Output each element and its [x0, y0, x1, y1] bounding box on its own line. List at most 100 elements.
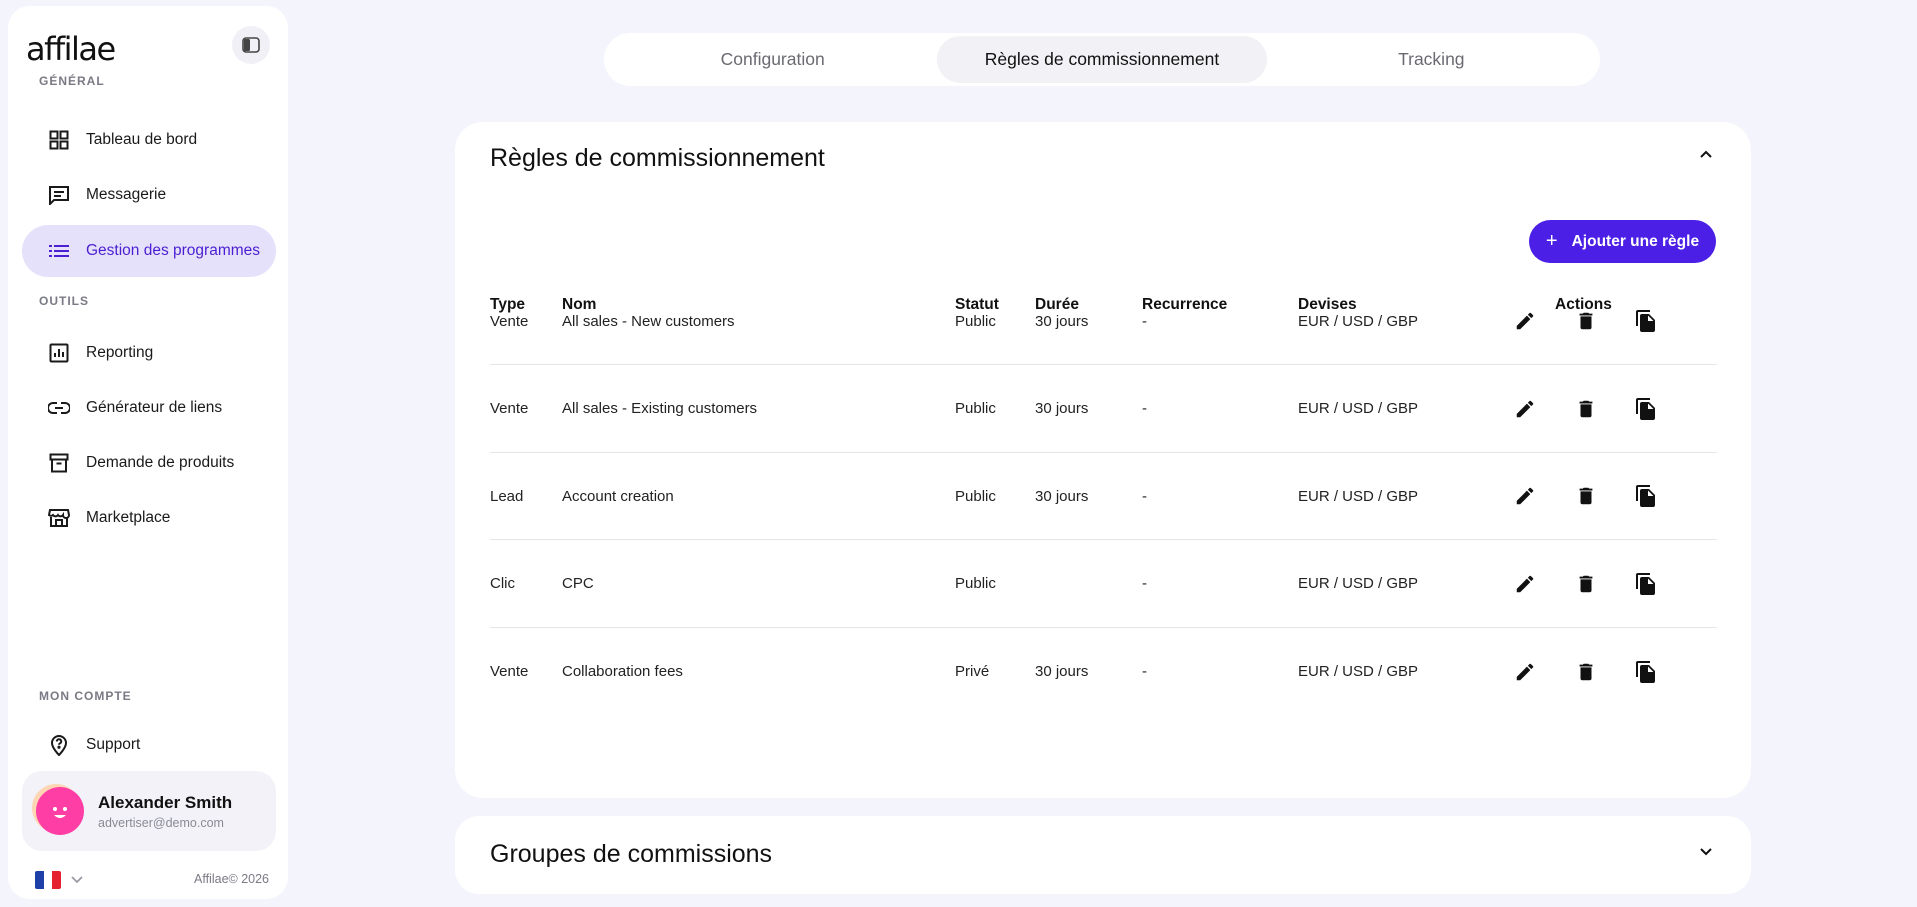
plus-icon: +	[1545, 230, 1558, 252]
cell-type: Vente	[490, 663, 529, 680]
message-icon	[48, 184, 70, 206]
cell-currencies: EUR / USD / GBP	[1298, 487, 1419, 505]
cell-currencies: EUR / USD / GBP	[1298, 663, 1419, 680]
avatar	[36, 787, 84, 835]
support-icon	[48, 734, 70, 756]
sidebar-item-label: Reporting	[86, 344, 154, 361]
section-account: MON COMPTE	[39, 689, 132, 703]
cell-name: Collaboration fees	[562, 663, 683, 680]
cell-recurrence: -	[1142, 400, 1147, 417]
duplicate-icon[interactable]	[1634, 453, 1658, 539]
sidebar-item-label: Demande de produits	[86, 454, 235, 471]
table-row: Lead Account creation Public 30 jours - EUR /…	[490, 453, 1717, 540]
copyright: Affilae© 2026	[194, 872, 270, 886]
affilae-logo[interactable]: affilae	[26, 30, 116, 68]
cell-name: CPC	[562, 575, 594, 592]
add-rule-button[interactable]: + Ajouter une règle	[1529, 220, 1716, 263]
link-icon	[48, 397, 70, 419]
sidebar-item-label: Support	[86, 736, 141, 753]
edit-icon[interactable]	[1514, 366, 1536, 452]
cell-duration: 30 jours	[1035, 400, 1089, 417]
chevron-down-icon[interactable]	[1698, 844, 1714, 860]
delete-icon[interactable]	[1575, 453, 1597, 539]
sidebar-item-support[interactable]: Support	[22, 719, 276, 771]
duplicate-icon[interactable]	[1634, 628, 1658, 715]
sidebar-item-dashboard[interactable]: Tableau de bord	[22, 114, 276, 166]
cell-status: Privé	[955, 663, 990, 680]
grid-icon	[48, 129, 70, 151]
cell-status: Public	[955, 400, 996, 417]
cell-type: Clic	[490, 575, 515, 592]
section-general: GÉNÉRAL	[39, 74, 105, 88]
table-row: Vente Collaboration fees Privé 30 jours - EUR…	[490, 628, 1717, 715]
section-tools: OUTILS	[39, 294, 89, 308]
delete-icon[interactable]	[1575, 366, 1597, 452]
user-card[interactable]: Alexander Smith advertiser@demo.com	[22, 771, 276, 851]
sidebar-collapse-button[interactable]	[232, 26, 270, 64]
cell-duration: 30 jours	[1035, 312, 1089, 330]
add-rule-label: Ajouter une règle	[1571, 232, 1700, 250]
commission-rules-card: Règles de commissionnement + Ajouter une…	[455, 122, 1751, 798]
cell-recurrence: -	[1142, 663, 1147, 680]
archive-icon	[48, 452, 70, 474]
edit-icon[interactable]	[1514, 278, 1536, 364]
sidebar-item-reporting[interactable]: Reporting	[22, 327, 276, 379]
sidebar-item-product-request[interactable]: Demande de produits	[22, 437, 276, 489]
cell-name: All sales - New customers	[562, 312, 735, 330]
cell-recurrence: -	[1142, 312, 1147, 330]
table-row: Vente All sales - New customers Public 30 j…	[490, 278, 1717, 365]
cell-duration: 30 jours	[1035, 663, 1089, 680]
cell-currencies: EUR / USD / GBP	[1298, 312, 1419, 330]
delete-icon[interactable]	[1575, 628, 1597, 715]
delete-icon[interactable]	[1575, 541, 1597, 627]
sidebar-toggle-icon	[242, 37, 260, 53]
card-title: Groupes de commissions	[490, 840, 773, 868]
delete-icon[interactable]	[1575, 278, 1597, 364]
cell-name: All sales - Existing customers	[562, 400, 758, 417]
sidebar-item-label: Gestion des programmes	[86, 242, 261, 259]
table-row: Clic CPC Public - EUR / USD / GBP	[490, 541, 1717, 628]
cell-currencies: EUR / USD / GBP	[1298, 575, 1419, 592]
sidebar: affilae GÉNÉRAL Tableau de bord Messager…	[8, 6, 288, 899]
user-name: Alexander Smith	[98, 792, 233, 812]
edit-icon[interactable]	[1514, 541, 1536, 627]
cell-name: Account creation	[562, 487, 674, 505]
user-email: advertiser@demo.com	[98, 815, 224, 830]
tab-tracking[interactable]: Tracking	[1267, 36, 1596, 83]
tab-bar: Configuration Règles de commissionnement…	[604, 33, 1600, 86]
chevron-down-icon[interactable]	[70, 872, 84, 886]
sidebar-item-label: Tableau de bord	[86, 131, 198, 148]
edit-icon[interactable]	[1514, 628, 1536, 715]
cell-currencies: EUR / USD / GBP	[1298, 400, 1419, 417]
cell-duration: 30 jours	[1035, 487, 1089, 505]
cell-status: Public	[955, 575, 996, 592]
sidebar-item-messaging[interactable]: Messagerie	[22, 169, 276, 221]
sidebar-item-label: Marketplace	[86, 509, 171, 526]
commission-groups-card[interactable]: Groupes de commissions	[455, 816, 1751, 894]
tab-commission-rules[interactable]: Règles de commissionnement	[937, 36, 1267, 83]
cell-type: Lead	[490, 487, 524, 505]
chevron-up-icon[interactable]	[1698, 146, 1714, 162]
cell-type: Vente	[490, 312, 529, 330]
duplicate-icon[interactable]	[1634, 541, 1658, 627]
duplicate-icon[interactable]	[1634, 278, 1658, 364]
store-icon	[48, 507, 70, 529]
card-title: Règles de commissionnement	[490, 144, 825, 172]
table-row: Vente All sales - Existing customers Publi…	[490, 366, 1717, 453]
chart-icon	[48, 342, 70, 364]
sidebar-item-label: Générateur de liens	[86, 399, 223, 416]
sidebar-item-programs[interactable]: Gestion des programmes	[22, 225, 276, 277]
cell-type: Vente	[490, 400, 529, 417]
sidebar-item-marketplace[interactable]: Marketplace	[22, 492, 276, 544]
tab-configuration[interactable]: Configuration	[608, 36, 937, 83]
language-flag-icon[interactable]	[35, 871, 61, 889]
cell-status: Public	[955, 487, 996, 505]
cell-status: Public	[955, 312, 996, 330]
cell-recurrence: -	[1142, 575, 1147, 592]
list-icon	[48, 240, 70, 262]
cell-recurrence: -	[1142, 487, 1147, 505]
sidebar-item-link-generator[interactable]: Générateur de liens	[22, 382, 276, 434]
sidebar-item-label: Messagerie	[86, 186, 167, 203]
duplicate-icon[interactable]	[1634, 366, 1658, 452]
edit-icon[interactable]	[1514, 453, 1536, 539]
